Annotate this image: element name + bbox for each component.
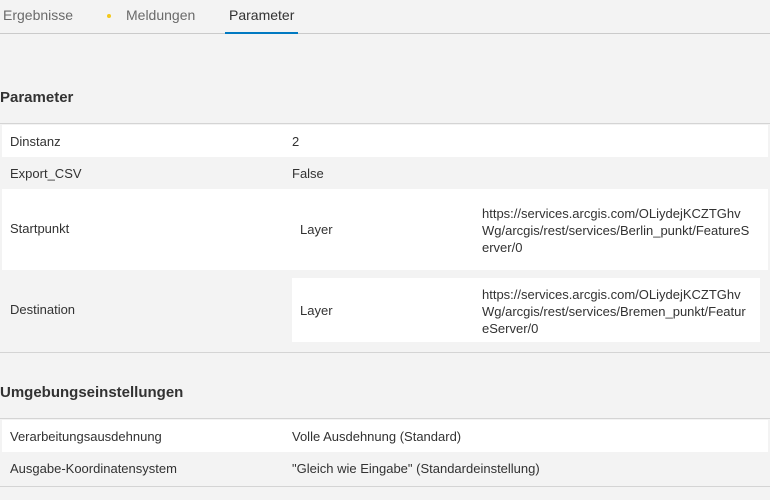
tab-ergebnisse[interactable]: Ergebnisse <box>3 7 73 23</box>
layer-table: Layer https://services.arcgis.com/OLiyde… <box>292 197 760 263</box>
env-value: Volle Ausdehnung (Standard) <box>292 429 462 444</box>
environment-heading: Umgebungseinstellungen <box>0 384 184 401</box>
param-label: Startpunkt <box>10 221 70 236</box>
layer-url: https://services.arcgis.com/OLiydejKCZTG… <box>482 206 750 255</box>
layer-type: Layer <box>300 222 333 237</box>
tab-bar: Ergebnisse Meldungen Parameter <box>0 0 770 34</box>
table-row: Ausgabe-Koordinatensystem "Gleich wie Ei… <box>2 452 768 484</box>
layer-url: https://services.arcgis.com/OLiydejKCZTG… <box>482 287 746 336</box>
param-label: Dinstanz <box>10 134 61 149</box>
table-row: Export_CSV False <box>2 157 768 189</box>
layer-type: Layer <box>300 303 333 318</box>
table-row: Destination Layer https://services.arcgi… <box>2 270 768 352</box>
param-value: 2 <box>292 134 300 149</box>
tab-meldungen[interactable]: Meldungen <box>126 7 195 23</box>
divider <box>0 352 770 353</box>
param-label: Destination <box>10 302 76 317</box>
layer-table: Layer https://services.arcgis.com/OLiyde… <box>292 278 760 342</box>
divider <box>0 486 770 487</box>
env-value: "Gleich wie Eingabe" (Standardeinstellun… <box>292 461 540 476</box>
divider <box>0 123 770 124</box>
table-row: Dinstanz 2 <box>2 125 768 157</box>
table-row: Startpunkt Layer https://services.arcgis… <box>2 189 768 270</box>
divider <box>0 418 770 419</box>
table-row: Verarbeitungsausdehnung Volle Ausdehnung… <box>2 420 768 452</box>
tab-parameter[interactable]: Parameter <box>224 7 299 34</box>
env-label: Ausgabe-Koordinatensystem <box>10 461 177 476</box>
env-label: Verarbeitungsausdehnung <box>10 429 162 444</box>
parameters-heading: Parameter <box>0 89 74 106</box>
param-value: False <box>292 166 324 181</box>
param-label: Export_CSV <box>10 166 82 181</box>
warning-dot-icon <box>107 14 111 18</box>
